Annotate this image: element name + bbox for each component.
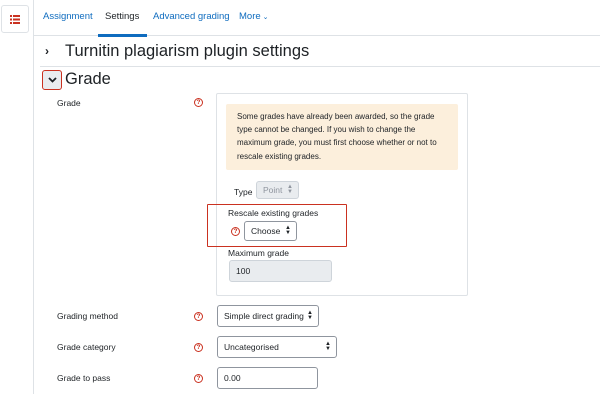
chevron-right-icon[interactable]: › [45, 44, 49, 58]
grade-collapse-button[interactable] [42, 70, 62, 90]
rescale-select[interactable]: Choose ▲ ▼ [244, 221, 297, 241]
grade-label: Grade [57, 98, 81, 108]
chevron-down-icon: ⌄ [262, 14, 269, 21]
select-arrows-icon: ▲ ▼ [287, 184, 293, 195]
grade-category-label: Grade category [57, 342, 116, 352]
list-icon [10, 14, 20, 24]
grade-type-value: Point [263, 185, 283, 195]
help-icon[interactable]: ? [231, 227, 240, 236]
type-label: Type [234, 187, 253, 197]
select-arrows-icon: ▲ ▼ [307, 310, 313, 321]
tab-assignment[interactable]: Assignment [43, 11, 93, 35]
grading-method-value: Simple direct grading [224, 311, 304, 321]
rescale-value: Choose [251, 226, 281, 236]
grade-to-pass-value: 0.00 [224, 373, 241, 383]
grade-type-select: Point ▲ ▼ [256, 181, 299, 199]
maximum-grade-input: 100 [229, 260, 332, 282]
help-icon[interactable]: ? [194, 343, 203, 352]
select-arrows-icon: ▲ ▼ [285, 225, 291, 236]
maximum-grade-value: 100 [236, 266, 251, 276]
tab-more[interactable]: More ⌄ [239, 11, 269, 35]
help-icon[interactable]: ? [194, 98, 203, 107]
turnitin-section-title[interactable]: Turnitin plagiarism plugin settings [65, 42, 309, 61]
course-index-button[interactable] [1, 5, 29, 33]
chevron-down-icon [47, 77, 57, 83]
tab-settings-label: Settings [105, 11, 140, 22]
help-icon[interactable]: ? [194, 312, 203, 321]
grade-warning-notice: Some grades have already been awarded, s… [226, 104, 458, 170]
maximum-grade-label: Maximum grade [228, 248, 289, 258]
section-divider [40, 66, 600, 67]
tab-settings[interactable]: Settings [98, 11, 148, 37]
grade-to-pass-input[interactable]: 0.00 [217, 367, 318, 389]
help-icon[interactable]: ? [194, 374, 203, 383]
tab-advanced-grading[interactable]: Advanced grading [153, 11, 230, 35]
grade-category-value: Uncategorised [224, 342, 279, 352]
grade-section-title: Grade [65, 70, 111, 88]
rescale-label: Rescale existing grades [228, 208, 319, 218]
left-drawer [0, 0, 34, 394]
grading-method-label: Grading method [57, 311, 118, 321]
active-tab-indicator [98, 34, 148, 37]
grade-to-pass-label: Grade to pass [57, 373, 111, 383]
tab-more-label: More [239, 11, 261, 22]
grade-category-select[interactable]: Uncategorised ▲ ▼ [217, 336, 337, 358]
secondary-navigation: Assignment Settings Advanced grading Mor… [34, 0, 600, 37]
select-arrows-icon: ▲ ▼ [325, 341, 331, 352]
grading-method-select[interactable]: Simple direct grading ▲ ▼ [217, 305, 319, 327]
